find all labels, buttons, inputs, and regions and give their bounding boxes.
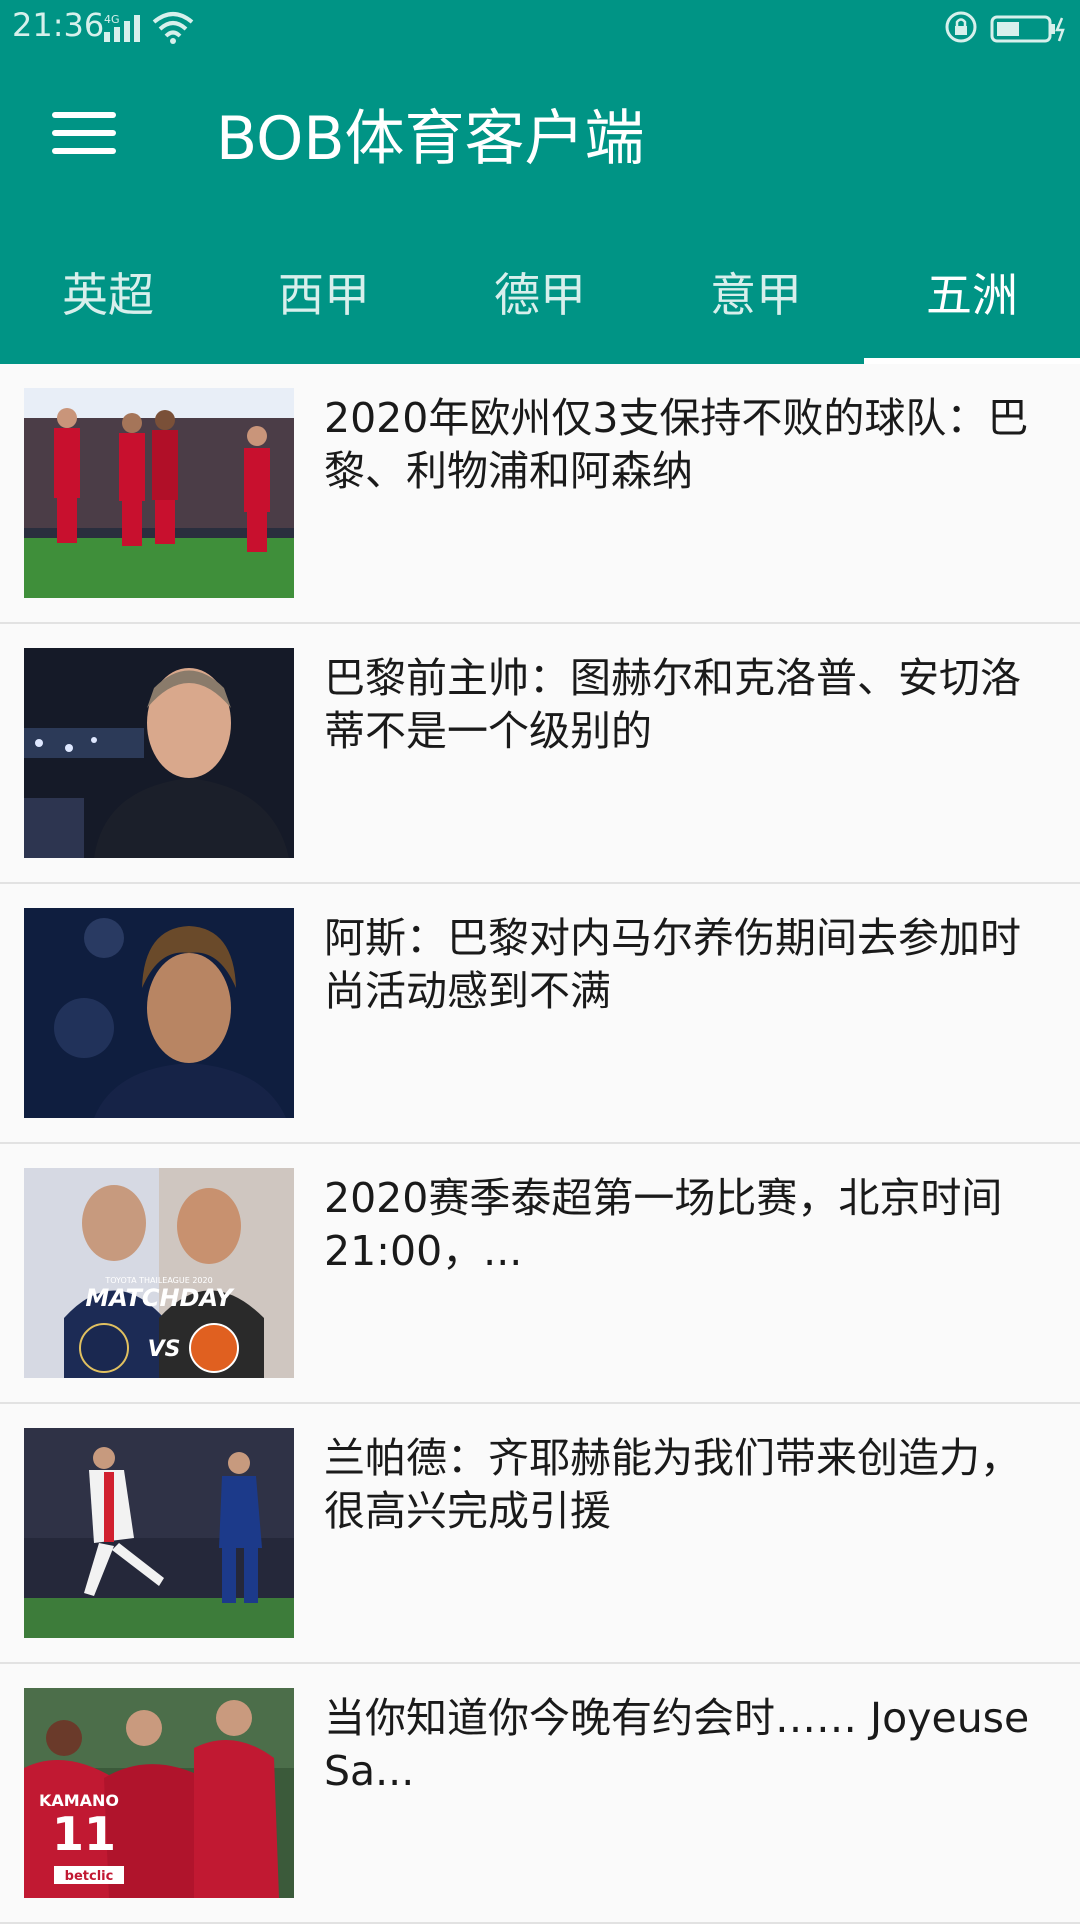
- news-thumbnail: [24, 388, 294, 598]
- news-item[interactable]: 巴黎前主帅：图赫尔和克洛普、安切洛蒂不是一个级别的: [0, 624, 1080, 884]
- tab-la-liga[interactable]: 西甲: [216, 250, 432, 364]
- cellular-signal-icon: 4G: [104, 13, 140, 42]
- news-title: 兰帕德：齐耶赫能为我们带来创造力，很高兴完成引援: [324, 1434, 1021, 1535]
- thumbnail-caption: VS: [148, 1337, 181, 1362]
- tab-bundesliga[interactable]: 德甲: [432, 250, 648, 364]
- tab-five-continents[interactable]: 五洲: [864, 250, 1080, 364]
- battery-icon: [990, 15, 1065, 43]
- network-type-label: 4G: [104, 13, 120, 26]
- rotation-lock-icon: [945, 11, 977, 43]
- news-item[interactable]: TOYOTA THAILEAGUE 2020 MATCHDAY VS 2020赛…: [0, 1144, 1080, 1404]
- tab-bar: 英超 西甲 德甲 意甲 五洲: [0, 250, 1080, 364]
- news-title: 当你知道你今晚有约会时…… Joyeuse Sa...: [324, 1694, 1030, 1795]
- news-item[interactable]: 2020年欧州仅3支保持不败的球队：巴黎、利物浦和阿森纳: [0, 364, 1080, 624]
- news-thumbnail: [24, 648, 294, 858]
- news-title: 2020年欧州仅3支保持不败的球队：巴黎、利物浦和阿森纳: [324, 394, 1029, 495]
- tab-serie-a[interactable]: 意甲: [648, 250, 864, 364]
- news-thumbnail: [24, 908, 294, 1118]
- thumbnail-caption: betclic: [65, 1869, 114, 1884]
- news-title: 巴黎前主帅：图赫尔和克洛普、安切洛蒂不是一个级别的: [324, 654, 1021, 755]
- wifi-icon: [152, 12, 194, 44]
- news-thumbnail: [24, 1428, 294, 1638]
- news-item[interactable]: 阿斯：巴黎对内马尔养伤期间去参加时尚活动感到不满: [0, 884, 1080, 1144]
- thumbnail-caption: 11: [52, 1807, 116, 1861]
- news-list: 2020年欧州仅3支保持不败的球队：巴黎、利物浦和阿森纳 巴黎前主帅：图赫尔和克…: [0, 364, 1080, 1924]
- news-item[interactable]: 兰帕德：齐耶赫能为我们带来创造力，很高兴完成引援: [0, 1404, 1080, 1664]
- news-title: 2020赛季泰超第一场比赛，北京时间21:00，...: [324, 1174, 1003, 1275]
- news-thumbnail: TOYOTA THAILEAGUE 2020 MATCHDAY VS: [24, 1168, 294, 1378]
- status-time: 21:36: [12, 6, 105, 44]
- news-title: 阿斯：巴黎对内马尔养伤期间去参加时尚活动感到不满: [324, 914, 1021, 1015]
- thumbnail-caption: MATCHDAY: [85, 1284, 235, 1312]
- news-item[interactable]: KAMANO 11 betclic 当你知道你今晚有约会时…… Joyeuse …: [0, 1664, 1080, 1924]
- status-bar: 21:36 4G: [0, 0, 1080, 56]
- news-thumbnail: KAMANO 11 betclic: [24, 1688, 294, 1898]
- app-bar: 21:36 4G BOB体育客户端 英超 西甲 德甲 意甲 五洲: [0, 0, 1080, 364]
- tab-premier-league[interactable]: 英超: [0, 250, 216, 364]
- menu-icon[interactable]: [52, 112, 116, 168]
- app-title: BOB体育客户端: [216, 104, 645, 174]
